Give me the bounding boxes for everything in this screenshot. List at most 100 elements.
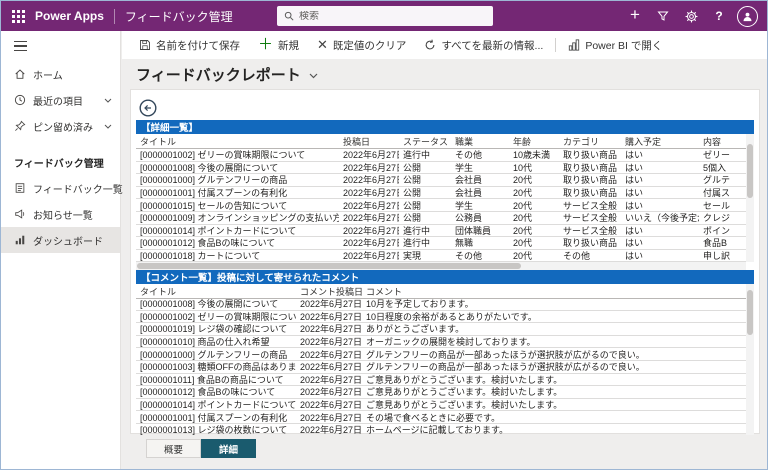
- search-box[interactable]: [277, 6, 493, 26]
- clear-defaults-button[interactable]: ✕ 既定値のクリア: [308, 31, 415, 59]
- back-button[interactable]: [139, 99, 157, 117]
- tab-overview[interactable]: 概要: [146, 439, 201, 458]
- sidebar: ホーム 最近の項目 ピン留め済み フィードバック管理 フィ: [1, 31, 121, 469]
- sidebar-item-label: ホーム: [33, 67, 63, 82]
- sidebar-item-pinned[interactable]: ピン留め済み: [1, 113, 120, 139]
- save-as-button[interactable]: 名前を付けて保存: [130, 31, 249, 59]
- column-header[interactable]: 職業: [451, 134, 509, 148]
- table-row[interactable]: [0000001003] 糖類OFFの商品はありますか？2022年6月27日グル…: [136, 361, 746, 374]
- table-cell: [0000001008] 今後の展開について: [136, 298, 296, 310]
- details-horizontal-scrollbar[interactable]: [136, 262, 746, 270]
- column-header[interactable]: タイトル: [136, 134, 339, 148]
- table-cell: [0000001015] セールの告知について: [136, 199, 339, 211]
- sidebar-item-feedback-list[interactable]: フィードバック一覧: [1, 175, 120, 201]
- search-input[interactable]: [299, 11, 486, 22]
- table-cell: [0000001019] レジ袋の確認について: [136, 323, 296, 335]
- table-row[interactable]: [0000001002] ゼリーの賞味期限について2022年6月27日進行中その…: [136, 149, 746, 162]
- add-icon[interactable]: +: [621, 1, 649, 31]
- table-row[interactable]: [0000001008] 今後の展開について2022年6月27日10月を予定して…: [136, 298, 746, 311]
- table-cell: はい: [621, 199, 699, 211]
- title-chevron-down-icon[interactable]: [309, 70, 318, 79]
- command-separator: [555, 38, 556, 52]
- open-power-bi-button[interactable]: Power BI で開く: [559, 31, 671, 59]
- table-cell: 取り扱い商品: [559, 162, 621, 174]
- table-cell: 2022年6月27日: [296, 298, 362, 310]
- table-row[interactable]: [0000001019] レジ袋の確認について2022年6月27日ありがとうござ…: [136, 323, 746, 336]
- scrollbar-thumb[interactable]: [137, 263, 521, 269]
- table-row[interactable]: [0000001002] ゼリーの賞味期限について2022年6月27日10日程度…: [136, 311, 746, 324]
- table-cell: サービス全般: [559, 199, 621, 211]
- column-header[interactable]: 購入予定: [621, 134, 699, 148]
- scrollbar-thumb[interactable]: [747, 144, 753, 198]
- tab-details[interactable]: 詳細: [201, 439, 256, 458]
- column-header[interactable]: ステータス: [399, 134, 451, 148]
- table-cell: [0000001000] グルテンフリーの商品: [136, 174, 339, 186]
- column-header[interactable]: コメント投稿日: [296, 284, 362, 298]
- table-row[interactable]: [0000001000] グルテンフリーの商品2022年6月27日公開会社員20…: [136, 174, 746, 187]
- details-table-body: [0000001002] ゼリーの賞味期限について2022年6月27日進行中その…: [136, 149, 746, 262]
- table-row[interactable]: [0000001009] オンラインショッピングの支払い方法について2022年6…: [136, 212, 746, 225]
- table-row[interactable]: [0000001014] ポイントカードについて2022年6月27日ご意見ありが…: [136, 399, 746, 412]
- table-cell: 団体職員: [451, 225, 509, 237]
- details-vertical-scrollbar[interactable]: [746, 134, 754, 262]
- scrollbar-thumb[interactable]: [747, 290, 753, 335]
- table-cell: 公開: [399, 162, 451, 174]
- topbar-actions: + ?: [621, 1, 767, 31]
- table-row[interactable]: [0000001010] 商品の仕入れ希望2022年6月27日オーガニックの展開…: [136, 336, 746, 349]
- main-area: 名前を付けて保存 ＋ 新規 ✕ 既定値のクリア すべてを最新の情報...: [122, 31, 767, 469]
- sidebar-item-home[interactable]: ホーム: [1, 61, 120, 87]
- table-row[interactable]: [0000001000] グルテンフリーの商品2022年6月27日グルテンフリー…: [136, 348, 746, 361]
- table-row[interactable]: [0000001001] 付属スプーンの有利化2022年6月27日公開会社員20…: [136, 187, 746, 200]
- table-cell: はい: [621, 225, 699, 237]
- home-icon: [14, 68, 26, 80]
- table-cell: 5個入: [699, 162, 746, 174]
- table-cell: 2022年6月27日: [339, 212, 399, 224]
- table-cell: [0000001012] 食品Bの味について: [136, 237, 339, 249]
- sidebar-item-recent[interactable]: 最近の項目: [1, 87, 120, 113]
- table-cell: 2022年6月27日: [339, 149, 399, 161]
- app-name[interactable]: Power Apps: [35, 9, 104, 23]
- sidebar-item-dashboard[interactable]: ダッシュボード: [1, 227, 120, 253]
- table-row[interactable]: [0000001013] レジ袋の枚数について2022年6月27日ホームページに…: [136, 424, 746, 435]
- filter-icon[interactable]: [649, 1, 677, 31]
- announcement-icon: [14, 208, 26, 220]
- column-header[interactable]: コメント: [362, 284, 746, 298]
- new-button[interactable]: ＋ 新規: [249, 31, 308, 59]
- open-power-bi-label: Power BI で開く: [585, 38, 662, 53]
- app-launcher-icon[interactable]: [1, 1, 35, 31]
- table-cell: ポイン: [699, 225, 746, 237]
- table-row[interactable]: [0000001015] セールの告知について2022年6月27日公開学生20代…: [136, 199, 746, 212]
- table-row[interactable]: [0000001014] ポイントカードについて2022年6月27日進行中団体職…: [136, 225, 746, 238]
- column-header[interactable]: 内容: [699, 134, 746, 148]
- refresh-icon: [424, 39, 436, 51]
- column-header[interactable]: 投稿日: [339, 134, 399, 148]
- power-bi-icon: [568, 39, 580, 51]
- comments-vertical-scrollbar[interactable]: [746, 284, 754, 435]
- hamburger-menu-icon[interactable]: [1, 31, 120, 61]
- settings-gear-icon[interactable]: [677, 1, 705, 31]
- table-cell: グルテンフリーの商品が一部あったほうが選択肢が広がるので良い。: [362, 361, 746, 373]
- column-header[interactable]: カテゴリ: [559, 134, 621, 148]
- table-cell: 2022年6月27日: [296, 374, 362, 386]
- table-row[interactable]: [0000001008] 今後の展開について2022年6月27日公開学生10代取…: [136, 162, 746, 175]
- help-icon[interactable]: ?: [705, 1, 733, 31]
- table-row[interactable]: [0000001011] 食品Bの商品について2022年6月27日ご意見ありがと…: [136, 374, 746, 387]
- table-row[interactable]: [0000001018] カートについて2022年6月27日実現その他20代その…: [136, 250, 746, 262]
- table-row[interactable]: [0000001012] 食品Bの味について2022年6月27日進行中無職20代…: [136, 237, 746, 250]
- column-header[interactable]: タイトル: [136, 284, 296, 298]
- comments-table-body: [0000001008] 今後の展開について2022年6月27日10月を予定して…: [136, 298, 746, 435]
- table-row[interactable]: [0000001001] 付属スプーンの有利化2022年6月27日その場で食べる…: [136, 411, 746, 424]
- table-row[interactable]: [0000001012] 食品Bの味について2022年6月27日ご意見ありがとう…: [136, 386, 746, 399]
- sidebar-item-notice-list[interactable]: お知らせ一覧: [1, 201, 120, 227]
- plus-icon: ＋: [258, 40, 273, 50]
- user-avatar[interactable]: [737, 6, 758, 27]
- table-cell: [0000001013] レジ袋の枚数について: [136, 424, 296, 435]
- table-cell: [0000001008] 今後の展開について: [136, 162, 339, 174]
- table-cell: 2022年6月27日: [339, 225, 399, 237]
- table-cell: はい: [621, 237, 699, 249]
- column-header[interactable]: 年齢: [509, 134, 559, 148]
- table-cell: 2022年6月27日: [296, 386, 362, 398]
- table-cell: その他: [451, 149, 509, 161]
- refresh-all-button[interactable]: すべてを最新の情報...: [415, 31, 552, 59]
- table-cell: グルテ: [699, 174, 746, 186]
